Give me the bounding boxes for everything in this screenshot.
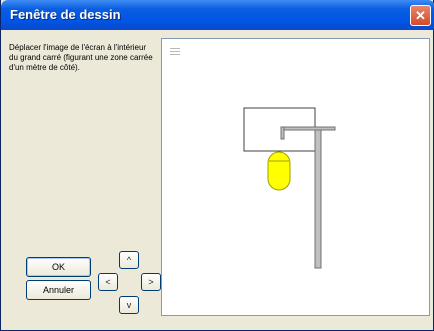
pole-hook (280, 126, 285, 140)
title-bar[interactable]: Fenêtre de dessin ✕ (1, 0, 434, 30)
cancel-button[interactable]: Annuler (26, 280, 91, 300)
move-up-button[interactable]: ^ (119, 251, 139, 269)
move-right-button[interactable]: > (141, 273, 161, 291)
pole-arm (280, 126, 336, 131)
instructions-text: Déplacer l'image de l'écran à l'intérieu… (9, 43, 153, 72)
move-left-button[interactable]: < (98, 273, 118, 291)
window-title: Fenêtre de dessin (10, 7, 121, 22)
lamp-body (267, 151, 291, 191)
drawing-canvas[interactable] (161, 38, 430, 316)
pole-vertical (314, 128, 322, 269)
ok-button[interactable]: OK (26, 257, 91, 277)
move-down-button[interactable]: v (119, 296, 139, 314)
drawing-window: Fenêtre de dessin ✕ Déplacer l'image de … (0, 0, 434, 331)
close-button[interactable]: ✕ (410, 5, 431, 26)
drawing-scene (243, 107, 336, 269)
